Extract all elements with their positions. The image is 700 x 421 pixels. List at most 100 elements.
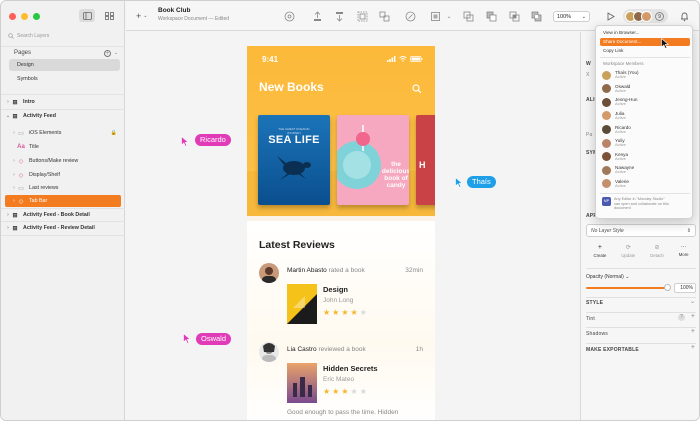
star-empty-icon: ★	[359, 308, 367, 317]
member-row[interactable]: Yuliy Active	[602, 137, 690, 149]
star-filled-icon: ★	[341, 308, 349, 317]
menu-item-view-in-browser[interactable]: View in Browser...	[600, 29, 690, 37]
star-filled-icon: ★	[323, 308, 331, 317]
play-icon	[607, 11, 615, 21]
notifications-button[interactable]	[678, 10, 690, 22]
group-button[interactable]	[356, 10, 368, 22]
lock-icon[interactable]: 🔒	[111, 130, 117, 136]
zoom-window-button[interactable]	[33, 13, 40, 20]
chevron-down-icon[interactable]: ⌄	[443, 10, 455, 22]
difference-button[interactable]	[530, 10, 542, 22]
avatar[interactable]	[259, 263, 279, 283]
page-item-design[interactable]: Design	[9, 59, 120, 71]
create-symbol-button[interactable]	[283, 10, 295, 22]
document-subtitle: Workspace Document — Edited	[158, 16, 230, 22]
chevron-down-icon[interactable]: ⌄	[625, 274, 629, 280]
layer-search-input[interactable]: Search Layers	[5, 30, 121, 41]
avatar	[602, 124, 611, 134]
review-user[interactable]: Martin Abasto	[287, 267, 327, 274]
layer-row[interactable]: ⌄ ⊞ Activity Feed	[5, 110, 121, 122]
review-book-title[interactable]: Hidden Secrets	[323, 364, 378, 373]
transform-button[interactable]	[429, 10, 441, 22]
member-info: Thaís (You) Active	[615, 70, 639, 80]
more-style-button[interactable]: ··· More	[679, 244, 689, 258]
opacity-slider[interactable]	[586, 284, 671, 291]
layer-list-view-button[interactable]	[79, 9, 95, 22]
review-book-author: John Long	[323, 297, 354, 304]
add-shadow-button[interactable]: +	[691, 328, 695, 335]
components-view-button[interactable]	[101, 9, 117, 22]
edit-button[interactable]	[404, 10, 416, 22]
plus-icon: +	[597, 244, 602, 251]
review-user[interactable]: Lia Castro	[287, 346, 317, 353]
forward-button[interactable]	[311, 10, 323, 22]
style-section-label: STYLE	[586, 300, 604, 306]
page-item-symbols[interactable]: Symbols	[9, 73, 120, 85]
search-button[interactable]	[412, 81, 422, 99]
chevron-down-icon[interactable]: ⌄	[114, 50, 118, 56]
member-row[interactable]: Jeong-Hun Active	[602, 96, 690, 108]
member-row[interactable]: Julia Active	[602, 110, 690, 122]
add-tint-button[interactable]: +	[691, 313, 695, 320]
member-row[interactable]: Ricardo Active	[602, 123, 690, 135]
add-export-button[interactable]: +	[691, 344, 695, 351]
member-info: Valerie Active	[615, 179, 629, 189]
close-window-button[interactable]	[9, 13, 16, 20]
hero-section: 9:41 New Books THE GREAT OCEANIC JOURNEY…	[247, 46, 435, 216]
opacity-slider-handle[interactable]	[664, 284, 671, 291]
book-thumbnail[interactable]	[287, 284, 317, 324]
layer-row[interactable]: › ◇ Display/Shelf	[5, 169, 121, 181]
status-icons	[387, 56, 423, 62]
bell-icon	[680, 12, 688, 21]
action-label: Detach	[650, 253, 664, 258]
inspector-w-label: W	[586, 61, 591, 67]
layer-row[interactable]: › ⊞ Activity Feed - Review Detail	[5, 222, 121, 234]
chevron-down-icon[interactable]: ⌄	[690, 298, 695, 305]
layer-style-select[interactable]: No Layer Style ⇕	[586, 224, 696, 237]
detach-style-button[interactable]: ⊘ Detach	[650, 244, 664, 258]
ungroup-button[interactable]	[378, 10, 390, 22]
member-row[interactable]: Valerie Active	[602, 178, 690, 190]
book-cover[interactable]: THE GREAT OCEANIC JOURNEY SEA LIFE	[258, 115, 330, 205]
collaborator-cursor-label: Oswald	[196, 333, 232, 345]
member-row[interactable]: Thaís (You) Active	[602, 69, 690, 81]
update-style-button[interactable]: ⟳ Update	[621, 244, 635, 258]
member-row[interactable]: Nawayne Active	[602, 164, 690, 176]
layer-row[interactable]: › ⊞ Activity Feed - Book Detail	[5, 209, 121, 221]
backward-button[interactable]	[333, 10, 345, 22]
book-cover[interactable]: H	[416, 115, 435, 205]
book-cover[interactable]: the delicious book of candy	[337, 115, 409, 205]
menu-item-share-document[interactable]: Share Document...	[600, 38, 690, 46]
union-button[interactable]	[462, 10, 474, 22]
layer-row[interactable]: › ▭ Last reviews	[5, 182, 121, 194]
members-header: Workspace Members	[603, 61, 644, 66]
book-thumbnail[interactable]	[287, 363, 317, 403]
avatar[interactable]	[259, 342, 279, 362]
wifi-icon	[399, 56, 407, 62]
layer-row[interactable]: › ▭ iOS Elements 🔒	[5, 127, 121, 139]
create-style-button[interactable]: + Create	[593, 244, 606, 258]
layer-row[interactable]: Aa Title	[5, 141, 121, 153]
layer-row[interactable]: › ⊞ Intro	[5, 96, 121, 108]
member-row[interactable]: Kenya Active	[602, 151, 690, 163]
artboard-activity-feed[interactable]: 9:41 New Books THE GREAT OCEANIC JOURNEY…	[247, 46, 435, 420]
design-canvas[interactable]: 9:41 New Books THE GREAT OCEANIC JOURNEY…	[126, 32, 580, 420]
minimize-window-button[interactable]	[21, 13, 28, 20]
subtract-button[interactable]	[485, 10, 497, 22]
zoom-select[interactable]: 100% ⌄	[553, 11, 590, 22]
member-info: Yuliy Active	[615, 138, 626, 148]
layer-row[interactable]: › ◇ Buttons/Make review	[5, 155, 121, 167]
layer-label: iOS Elements	[29, 130, 62, 136]
layer-row-selected[interactable]: › ◇ Tab Bar	[5, 195, 121, 207]
menu-item-copy-link[interactable]: Copy Link	[600, 47, 690, 55]
review-book-title[interactable]: Design	[323, 285, 348, 294]
list-icon	[82, 11, 92, 20]
intersect-button[interactable]	[508, 10, 520, 22]
member-row[interactable]: Oswald Active	[602, 83, 690, 95]
opacity-input[interactable]: 100%	[674, 283, 696, 293]
collaborators-button[interactable]: 9	[623, 9, 668, 23]
insert-button[interactable]: + ⌄	[136, 11, 147, 21]
help-icon[interactable]: ?	[678, 314, 685, 321]
preview-button[interactable]	[604, 10, 616, 22]
add-page-icon[interactable]: +	[103, 49, 111, 57]
